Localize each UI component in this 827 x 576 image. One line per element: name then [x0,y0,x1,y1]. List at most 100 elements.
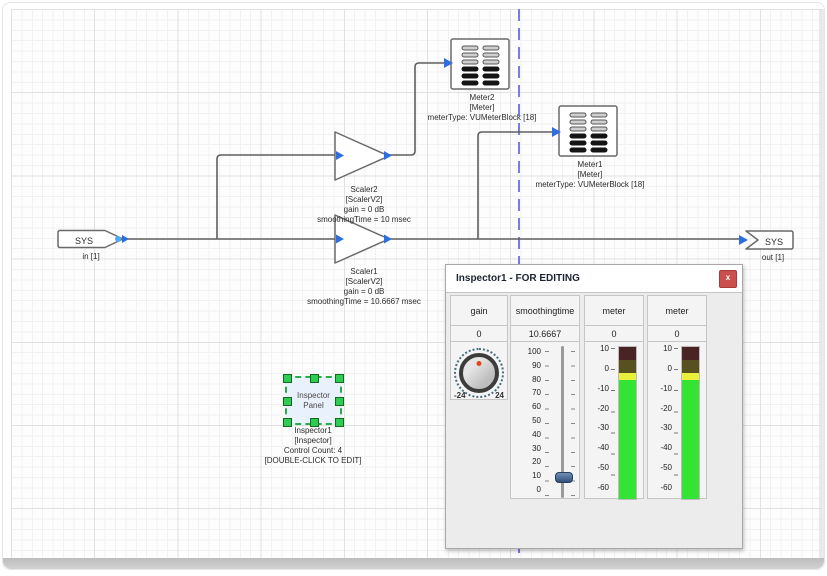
scale-label: -10 [650,384,672,393]
meter-a-header: meter [585,296,643,326]
meter1-block[interactable] [552,106,617,156]
meter-segment-signal [682,380,699,499]
scale-label: -10 [587,384,609,393]
meter2-name: Meter2 [428,93,537,103]
sys-out-sublabel: out [1] [762,253,784,263]
scaler2-smoothing: smoothingTime = 10 msec [317,215,411,225]
selection-handle[interactable] [310,374,319,383]
fader-left-ticks [545,351,549,496]
scaler1-output-port-arrow-icon [384,235,392,244]
knob-max-label: 24 [495,391,504,400]
meter2-type: [Meter] [428,103,537,113]
inspector-block-name: Inspector1 [264,426,361,436]
meter-b-value: 0 [648,326,706,342]
inspector-title: Inspector1 - FOR EDITING [456,273,580,284]
fader-handle[interactable] [555,472,573,483]
sys-in-port-arrow-icon [122,235,129,243]
scale-label: 70 [515,388,541,397]
meter-b-panel: meter 0 100-10-20-30-40-50-60 [647,295,707,499]
inspector-panel-block[interactable]: Inspector Panel [285,376,342,425]
meter-a-ticks [611,348,615,494]
meter-a-display: 100-10-20-30-40-50-60 [585,342,643,500]
scale-label: 0 [650,364,672,373]
meter-b-ticks [674,348,678,494]
scale-label: 30 [515,444,541,453]
scale-label: 80 [515,375,541,384]
meter-a-value: 0 [585,326,643,342]
meter-segment-over [682,347,699,360]
scaler2-output-port-arrow-icon [384,151,392,160]
meter1-label: Meter1 [Meter] meterType: VUMeterBlock [… [536,160,645,190]
meter2-block[interactable] [444,39,509,89]
screenshot-frame: SYS in [1] SYS out [1] Scaler2 [ScalerV2… [2,2,825,570]
frame-bottom-shadow [3,558,824,569]
gain-value[interactable]: 0 [451,326,507,342]
meter-a-bar [618,346,637,500]
meter-b-header: meter [648,296,706,326]
smoothingtime-panel: smoothingtime 10.6667 100908070605040302… [510,295,580,499]
knob-min-label: -24 [454,391,466,400]
gain-knob[interactable] [459,353,499,393]
scale-label: 90 [515,361,541,370]
fader-scale: 1009080706050403020100 [515,347,541,494]
meter-segment-over [619,347,636,360]
sys-in-output-port[interactable] [115,236,121,242]
scaler1-name: Scaler1 [307,267,421,277]
scaler2-name: Scaler2 [317,185,411,195]
meter-b-display: 100-10-20-30-40-50-60 [648,342,706,500]
meter-a-panel: meter 0 100-10-20-30-40-50-60 [584,295,644,499]
selection-handle[interactable] [335,374,344,383]
scale-label: -20 [587,404,609,413]
selection-handle[interactable] [283,397,292,406]
close-button[interactable]: x [719,270,737,288]
meter-a-scale: 100-10-20-30-40-50-60 [587,344,609,492]
meter-b-scale: 100-10-20-30-40-50-60 [650,344,672,492]
scale-label: -40 [650,443,672,452]
meter1-name: Meter1 [536,160,645,170]
selection-handle[interactable] [335,397,344,406]
scale-label: 40 [515,430,541,439]
scaler1-label: Scaler1 [ScalerV2] gain = 0 dB smoothing… [307,267,421,307]
smoothingtime-value[interactable]: 10.6667 [511,326,579,342]
scale-label: -60 [587,483,609,492]
scale-label: 50 [515,416,541,425]
inspector-panel-block-label: Inspector Panel [292,391,336,411]
sys-out-label: SYS [765,237,783,247]
inspector-window[interactable]: Inspector1 - FOR EDITING x gain 0 -24 24… [445,264,743,549]
scale-label: -30 [650,423,672,432]
sys-in-sublabel: in [1] [82,252,99,262]
scale-label: 10 [650,344,672,353]
scale-label: 0 [587,364,609,373]
scaler2-gain: gain = 0 dB [317,205,411,215]
gain-header: gain [451,296,507,326]
inspector-titlebar[interactable]: Inspector1 - FOR EDITING x [446,265,742,293]
sys-in-label: SYS [75,236,93,246]
smoothingtime-header: smoothingtime [511,296,579,326]
inspector-block-label: Inspector1 [Inspector] Control Count: 4 … [264,426,361,466]
scale-label: 10 [515,471,541,480]
scale-label: -60 [650,483,672,492]
scale-label: -50 [587,463,609,472]
scale-label: 60 [515,402,541,411]
sys-in-block[interactable] [58,231,129,248]
frame-right-shadow [819,9,824,559]
meter-segment-signal [619,380,636,499]
selection-handle[interactable] [283,374,292,383]
gain-knob-area: -24 24 [451,342,507,401]
gain-panel: gain 0 -24 24 [450,295,508,400]
scaler2-block[interactable] [335,132,392,180]
signal-wires[interactable] [122,63,744,239]
meter-segment-hot [682,360,699,373]
scaler2-label: Scaler2 [ScalerV2] gain = 0 dB smoothing… [317,185,411,225]
meter2-metertype: meterType: VUMeterBlock [18] [428,113,537,123]
scale-label: -30 [587,423,609,432]
scale-label: 0 [515,485,541,494]
scale-label: 10 [587,344,609,353]
scale-label: -20 [650,404,672,413]
scaler1-gain: gain = 0 dB [307,287,421,297]
scaler1-type: [ScalerV2] [307,277,421,287]
inspector-block-control-count: Control Count: 4 [264,446,361,456]
meter-segment-hot [619,360,636,373]
scaler2-type: [ScalerV2] [317,195,411,205]
meter-segment-warn [619,373,636,380]
